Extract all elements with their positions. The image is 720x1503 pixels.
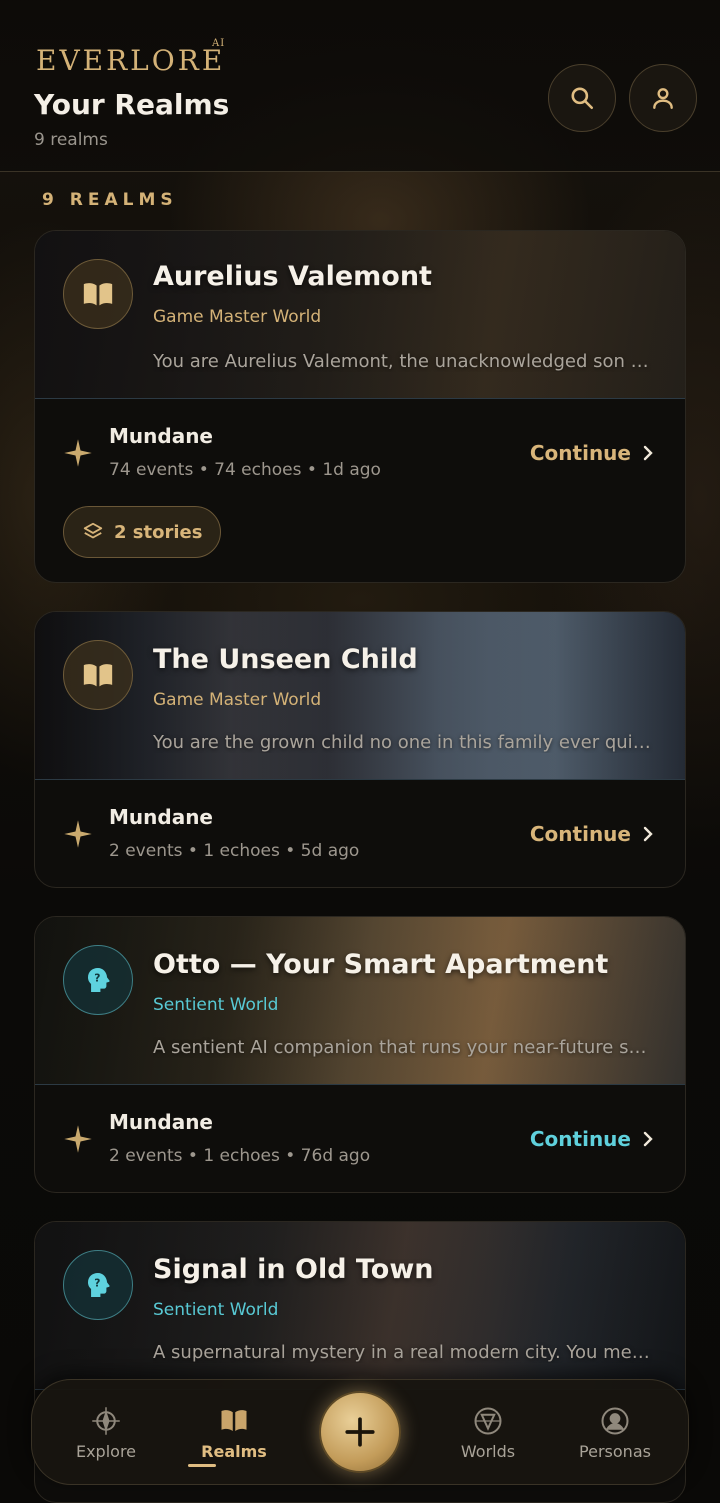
svg-text:?: ? — [94, 972, 100, 985]
compass-icon — [92, 1406, 120, 1435]
continue-button[interactable]: Continue — [530, 1127, 655, 1151]
stories-pill-label: 2 stories — [114, 521, 203, 543]
nav-personas-label: Personas — [579, 1441, 651, 1461]
realm-badge: ? — [63, 945, 133, 1015]
nav-explore[interactable]: Explore — [46, 1380, 166, 1486]
story-name: Mundane — [109, 1110, 213, 1134]
search-button[interactable] — [548, 64, 616, 132]
realm-badge: ? — [63, 1250, 133, 1320]
realm-badge — [63, 640, 133, 710]
realm-card[interactable]: ? Otto — Your Smart Apartment Sentient W… — [34, 916, 686, 1193]
nav-realms[interactable]: Realms — [174, 1380, 294, 1486]
create-button[interactable] — [319, 1391, 401, 1473]
continue-label: Continue — [529, 1127, 631, 1151]
nav-worlds[interactable]: Worlds — [428, 1380, 548, 1486]
nav-worlds-label: Worlds — [460, 1441, 516, 1461]
realm-title: Signal in Old Town — [153, 1254, 434, 1285]
story-meta: 2 events • 1 echoes • 5d ago — [109, 841, 360, 861]
chevron-right-icon — [643, 1131, 653, 1147]
nav-active-indicator — [188, 1464, 216, 1467]
realm-title: Otto — Your Smart Apartment — [153, 949, 609, 980]
sparkle-icon — [64, 820, 92, 848]
sentient-head-icon: ? — [88, 1273, 110, 1297]
sparkle-icon — [64, 1125, 92, 1153]
realm-type: Sentient World — [153, 995, 279, 1015]
realm-type: Game Master World — [153, 307, 322, 327]
profile-button[interactable] — [629, 64, 697, 132]
story-name: Mundane — [109, 805, 213, 829]
continue-label: Continue — [529, 822, 631, 846]
realm-card[interactable]: The Unseen Child Game Master World You a… — [34, 611, 686, 888]
sentient-head-icon: ? — [88, 968, 110, 992]
story-meta: 2 events • 1 echoes • 76d ago — [109, 1146, 371, 1166]
continue-label: Continue — [529, 441, 631, 465]
story-name: Mundane — [109, 424, 213, 448]
realm-banner — [35, 1222, 685, 1390]
realm-type: Sentient World — [153, 1300, 279, 1320]
story-meta: 74 events • 74 echoes • 1d ago — [109, 460, 381, 480]
app-logo-sup: AI — [212, 38, 226, 49]
sparkle-icon — [64, 439, 92, 467]
continue-button[interactable]: Continue — [530, 822, 655, 846]
realm-badge — [63, 259, 133, 329]
nav-personas[interactable]: Personas — [555, 1380, 675, 1486]
layers-icon — [83, 522, 103, 539]
nav-explore-label: Explore — [75, 1441, 137, 1461]
realm-description: A supernatural mystery in a real modern … — [153, 1342, 653, 1363]
chevron-right-icon — [643, 826, 653, 842]
page-subtitle: 9 realms — [34, 130, 108, 150]
chevron-right-icon — [643, 445, 653, 461]
book-icon — [221, 1409, 247, 1431]
realm-card[interactable]: Aurelius Valemont Game Master World You … — [34, 230, 686, 583]
realm-type: Game Master World — [153, 690, 322, 710]
search-icon — [571, 87, 594, 110]
realm-description: A sentient AI companion that runs your n… — [153, 1037, 653, 1058]
globe-icon — [474, 1407, 502, 1434]
plus-icon — [345, 1417, 375, 1447]
svg-text:?: ? — [94, 1277, 100, 1290]
nav-realms-label: Realms — [201, 1441, 267, 1461]
app-header: EVERLORE AI Your Realms 9 realms — [0, 0, 720, 172]
book-icon — [83, 283, 113, 306]
continue-button[interactable]: Continue — [530, 441, 655, 465]
section-label: 9 REALMS — [42, 190, 178, 210]
realm-description: You are the grown child no one in this f… — [153, 732, 653, 753]
realm-banner — [35, 231, 685, 399]
realm-banner — [35, 612, 685, 780]
realm-description: You are Aurelius Valemont, the unacknowl… — [153, 351, 653, 372]
user-icon — [653, 88, 673, 109]
app-logo: EVERLORE — [36, 44, 226, 77]
page-title: Your Realms — [34, 88, 230, 121]
persona-icon — [601, 1407, 629, 1434]
realm-banner — [35, 917, 685, 1085]
book-icon — [83, 664, 113, 687]
realm-title: Aurelius Valemont — [153, 261, 432, 292]
realm-title: The Unseen Child — [153, 644, 418, 675]
stories-pill[interactable]: 2 stories — [63, 506, 222, 558]
